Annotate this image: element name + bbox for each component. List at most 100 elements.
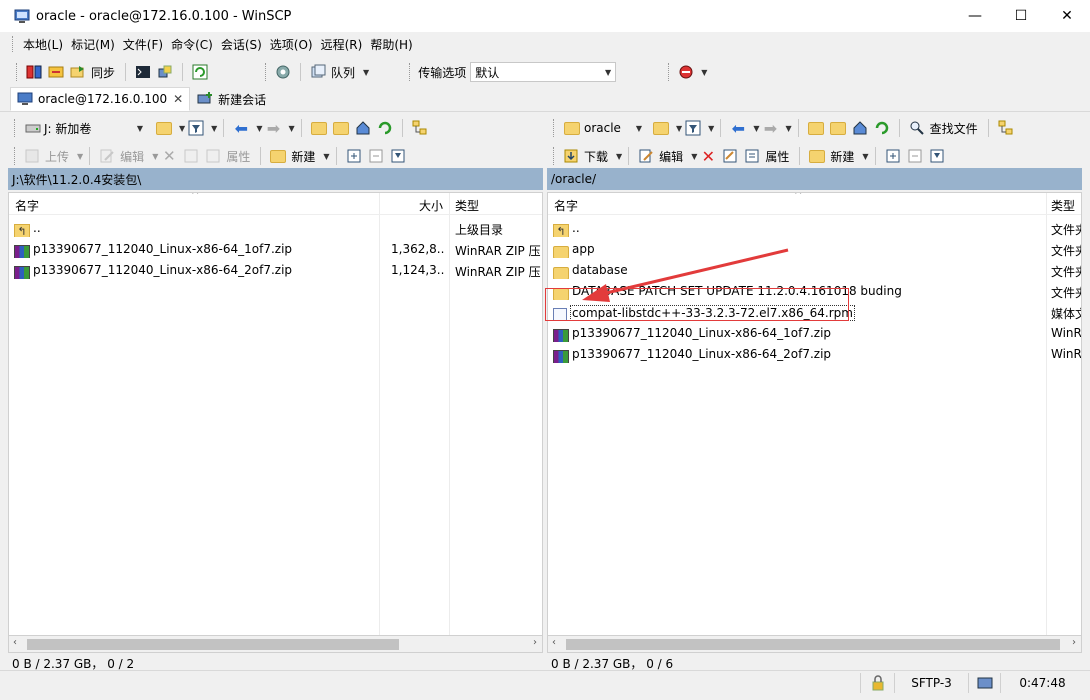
remote-folder-select[interactable]: oracle ▼	[560, 118, 646, 138]
find-files-icon[interactable]	[908, 119, 926, 137]
select-all-icon[interactable]	[884, 147, 902, 165]
edit-label[interactable]: 编辑	[120, 148, 144, 165]
home-icon[interactable]	[354, 119, 372, 137]
tree-view-icon[interactable]	[411, 119, 429, 137]
list-item[interactable]: p13390677_112040_Linux-x86-64_2of7.zip W…	[548, 344, 1081, 365]
parent-directory-icon[interactable]	[807, 119, 825, 137]
minimize-button[interactable]: —	[952, 0, 998, 32]
menu-help[interactable]: 帮助(H)	[366, 34, 416, 55]
rename-icon[interactable]	[721, 147, 739, 165]
forward-arrow-icon[interactable]: ➡	[761, 119, 779, 138]
scrollbar-thumb[interactable]	[27, 639, 399, 650]
reconnect-icon[interactable]	[677, 63, 695, 81]
refresh-icon[interactable]	[376, 119, 394, 137]
rename-icon[interactable]	[182, 147, 200, 165]
back-arrow-icon[interactable]: ⬅	[729, 119, 747, 138]
open-folder-icon[interactable]	[652, 119, 670, 137]
chevron-down-icon[interactable]: ▼	[77, 152, 83, 161]
scroll-left-icon[interactable]: ‹	[13, 637, 17, 648]
chevron-down-icon[interactable]: ▼	[753, 124, 759, 133]
new-folder-icon[interactable]	[269, 147, 287, 165]
filter-icon[interactable]	[684, 119, 702, 137]
menu-options[interactable]: 选项(O)	[266, 34, 317, 55]
list-item[interactable]: p13390677_112040_Linux-x86-64_1of7.zip 1…	[9, 239, 542, 260]
console-icon[interactable]	[134, 63, 152, 81]
chevron-down-icon[interactable]: ▼	[701, 68, 707, 77]
refresh-session-icon[interactable]	[191, 63, 209, 81]
local-path-bar[interactable]: J:\软件\11.2.0.4安装包\	[8, 168, 543, 190]
properties-icon[interactable]	[743, 147, 761, 165]
back-arrow-icon[interactable]: ⬅	[232, 119, 250, 138]
menu-local[interactable]: 本地(L)	[19, 34, 67, 55]
menu-command[interactable]: 命令(C)	[167, 34, 217, 55]
chevron-down-icon[interactable]: ▼	[179, 124, 185, 133]
chevron-down-icon[interactable]: ▼	[691, 152, 697, 161]
chevron-down-icon[interactable]: ▼	[676, 124, 682, 133]
list-item[interactable]: database 文件夹	[548, 260, 1081, 281]
scroll-left-icon[interactable]: ‹	[552, 637, 556, 648]
edit-icon[interactable]	[98, 147, 116, 165]
new-folder-icon[interactable]	[808, 147, 826, 165]
queue-icon[interactable]	[309, 63, 327, 81]
list-item[interactable]: p13390677_112040_Linux-x86-64_2of7.zip 1…	[9, 260, 542, 281]
column-size-header[interactable]: 大小	[419, 197, 443, 214]
find-files-label[interactable]: 查找文件	[930, 120, 978, 137]
root-directory-icon[interactable]	[829, 119, 847, 137]
remote-file-list[interactable]: 名字 ^ 类型 ↰ .. 文件夹 app 文件夹 database 文件夹 DA…	[547, 192, 1082, 636]
column-type-header[interactable]: 类型	[455, 197, 479, 214]
close-tab-icon[interactable]: ✕	[173, 92, 183, 106]
list-item[interactable]: p13390677_112040_Linux-x86-64_1of7.zip W…	[548, 323, 1081, 344]
synchronize-label[interactable]: 同步	[91, 64, 115, 81]
download-label[interactable]: 下载	[584, 148, 608, 165]
maximize-button[interactable]: ☐	[998, 0, 1044, 32]
edit-label[interactable]: 编辑	[659, 148, 683, 165]
properties-label[interactable]: 属性	[226, 148, 250, 165]
scrollbar-thumb[interactable]	[566, 639, 1060, 650]
chevron-down-icon[interactable]: ▼	[708, 124, 714, 133]
filter-select-icon[interactable]	[928, 147, 946, 165]
column-type-header[interactable]: 类型	[1051, 197, 1075, 214]
column-name-header[interactable]: 名字	[15, 197, 39, 214]
open-folder-icon[interactable]	[155, 119, 173, 137]
delete-icon[interactable]: ✕	[160, 147, 178, 165]
remote-path-bar[interactable]: /oracle/	[547, 168, 1082, 190]
download-icon[interactable]	[562, 147, 580, 165]
synchronize-icon[interactable]	[69, 63, 87, 81]
refresh-icon[interactable]	[873, 119, 891, 137]
local-horizontal-scrollbar[interactable]: ‹ ›	[8, 636, 543, 653]
edit-icon[interactable]	[637, 147, 655, 165]
scroll-right-icon[interactable]: ›	[1072, 637, 1076, 648]
properties-icon[interactable]	[204, 147, 222, 165]
chevron-down-icon[interactable]: ▼	[211, 124, 217, 133]
select-all-icon[interactable]	[345, 147, 363, 165]
list-item[interactable]: ↰ .. 文件夹	[548, 218, 1081, 239]
upload-label[interactable]: 上传	[45, 148, 69, 165]
new-label[interactable]: 新建	[291, 148, 315, 165]
local-drive-select[interactable]: J: 新加卷 ▼	[21, 118, 147, 138]
menu-remote[interactable]: 远程(R)	[317, 34, 367, 55]
gear-icon[interactable]	[274, 63, 292, 81]
chevron-down-icon[interactable]: ▼	[152, 152, 158, 161]
chevron-down-icon[interactable]: ▼	[256, 124, 262, 133]
transfer-settings-select[interactable]: 默认 ▼	[470, 62, 617, 82]
list-item[interactable]: ↰ .. 上级目录	[9, 218, 542, 239]
parent-directory-icon[interactable]	[310, 119, 328, 137]
tree-view-icon[interactable]	[997, 119, 1015, 137]
menu-session[interactable]: 会话(S)	[217, 34, 266, 55]
filter-icon[interactable]	[187, 119, 205, 137]
delete-icon[interactable]: ✕	[699, 147, 717, 166]
menu-file[interactable]: 文件(F)	[119, 34, 167, 55]
tab-session[interactable]: oracle@172.16.0.100 ✕	[10, 87, 191, 111]
chevron-down-icon[interactable]: ▼	[323, 152, 329, 161]
unselect-icon[interactable]	[906, 147, 924, 165]
properties-label[interactable]: 属性	[765, 148, 789, 165]
list-item[interactable]: app 文件夹	[548, 239, 1081, 260]
forward-arrow-icon[interactable]: ➡	[264, 119, 282, 138]
remote-horizontal-scrollbar[interactable]: ‹ ›	[547, 636, 1082, 653]
putty-icon[interactable]	[156, 63, 174, 81]
tab-new-session[interactable]: 新建会话	[190, 87, 273, 111]
menu-mark[interactable]: 标记(M)	[67, 34, 119, 55]
chevron-down-icon[interactable]: ▼	[363, 68, 369, 77]
local-file-list[interactable]: 名字 ^ 大小 类型 ↰ .. 上级目录 p13390677_112040_Li…	[8, 192, 543, 636]
queue-label[interactable]: 队列	[331, 64, 355, 81]
